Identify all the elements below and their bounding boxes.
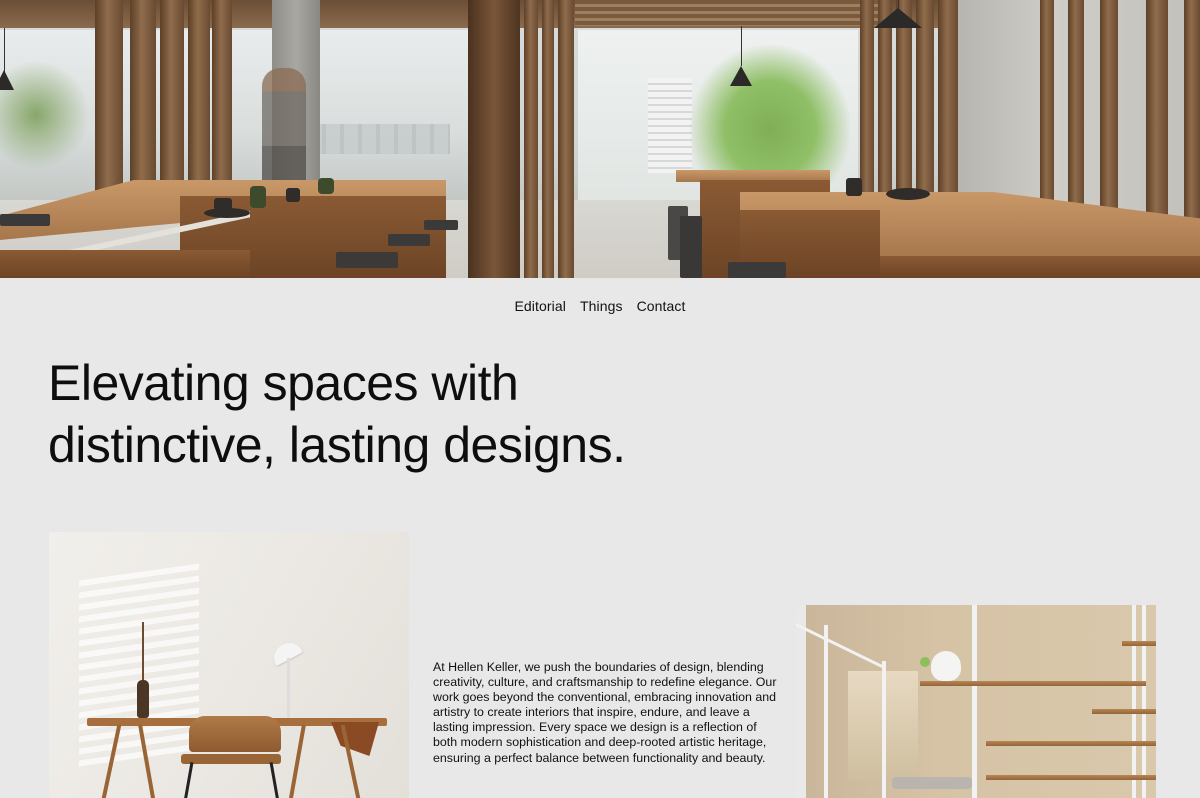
pendant-lamp [730, 66, 752, 86]
pendant-lamp [0, 70, 14, 90]
stair-step [1092, 709, 1156, 714]
shelf [920, 681, 1146, 686]
figurine [931, 651, 961, 681]
wood-slat [212, 0, 232, 200]
wood-pillar [468, 0, 520, 278]
cup [286, 188, 300, 202]
nav-link-editorial[interactable]: Editorial [514, 296, 565, 318]
wood-slat [1146, 0, 1168, 240]
stair-frame [1142, 605, 1146, 798]
table-base [880, 256, 1200, 278]
cup [214, 198, 232, 210]
railing [796, 605, 806, 798]
page-headline: Elevating spaces with distinctive, lasti… [48, 352, 808, 476]
stair-frame [972, 605, 977, 798]
plant-pot [250, 186, 266, 208]
wood-slat [1100, 0, 1118, 240]
stair-frame [1132, 605, 1136, 798]
desk-lamp-shade [269, 637, 303, 667]
stool [728, 262, 786, 278]
chair-leg [183, 762, 194, 798]
railing-post [882, 661, 886, 798]
desk-cloth [331, 722, 379, 756]
headline-line-1: Elevating spaces with [48, 355, 519, 411]
ceiling-slats [575, 0, 885, 26]
about-paragraph: At Hellen Keller, we push the boundaries… [433, 660, 777, 765]
tree-right [690, 45, 850, 185]
plant-pot [318, 178, 334, 194]
stool [680, 216, 702, 278]
main-nav: Editorial Things Contact [0, 296, 1200, 318]
cushion [892, 777, 972, 789]
cup [846, 178, 862, 196]
headline-line-2: distinctive, lasting designs. [48, 417, 626, 473]
stair-step [986, 775, 1156, 780]
wood-slat [524, 0, 538, 278]
chair-back [189, 716, 281, 752]
lamp-cord [741, 26, 742, 66]
stool [0, 214, 50, 226]
stool [424, 220, 458, 230]
person [262, 68, 306, 198]
desk-lamp-stand [287, 658, 290, 718]
table-base [0, 250, 250, 278]
railing-post [824, 625, 828, 798]
stair-step [986, 741, 1156, 746]
window-light [79, 563, 199, 771]
desk-photo [49, 532, 409, 798]
wood-slat [542, 0, 554, 278]
vase [137, 680, 149, 718]
wood-slat [558, 0, 574, 278]
nav-link-things[interactable]: Things [580, 296, 623, 318]
wood-slat [188, 0, 210, 205]
pendant-lamp [874, 8, 922, 28]
handrail [796, 623, 883, 668]
stool [388, 234, 430, 246]
desk-leg [288, 724, 306, 798]
dried-branch [142, 622, 144, 682]
wood-slat [160, 0, 184, 210]
stair-step [1122, 641, 1156, 646]
nav-link-contact[interactable]: Contact [637, 296, 686, 318]
hero-image [0, 0, 1200, 278]
chair-leg [269, 762, 280, 798]
shelves-photo [796, 605, 1156, 798]
building [648, 78, 692, 173]
bowl [886, 188, 930, 200]
small-plant [920, 657, 930, 667]
lamp-cord [4, 28, 5, 72]
chair-seat [181, 754, 281, 764]
wood-slat [1184, 0, 1200, 240]
stool [336, 252, 398, 268]
